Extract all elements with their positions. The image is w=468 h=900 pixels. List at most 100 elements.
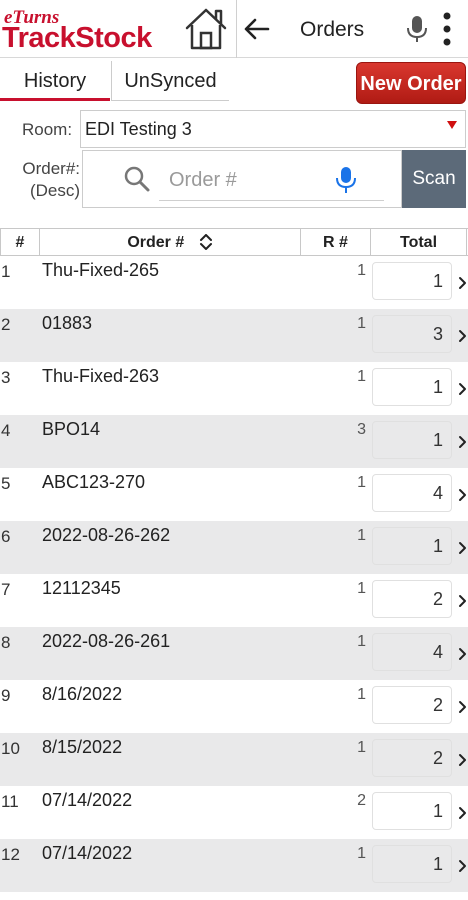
- chevron-right-icon[interactable]: [458, 594, 467, 608]
- row-r-number: 1: [357, 262, 366, 279]
- chevron-right-icon[interactable]: [458, 276, 467, 290]
- row-order-number: Thu-Fixed-265: [42, 260, 160, 280]
- order-search-box: [82, 150, 402, 208]
- row-order-number: Thu-Fixed-263: [42, 366, 160, 386]
- row-order-number: BPO14: [42, 419, 101, 439]
- row-total: 2: [372, 686, 452, 724]
- row-total: 1: [372, 368, 452, 406]
- row-total: 1: [372, 262, 452, 300]
- order-label-line1: Order#:: [22, 159, 80, 178]
- chevron-right-icon[interactable]: [458, 435, 467, 449]
- row-r-number: 1: [357, 739, 366, 756]
- app-logo: eTurns TrackStock: [2, 6, 182, 54]
- row-total: 3: [372, 315, 452, 353]
- chevron-right-icon[interactable]: [458, 541, 467, 555]
- new-order-button[interactable]: New Order: [356, 62, 466, 104]
- orders-table-body: 1 Thu-Fixed-265 1 1 2 01883 1 3 3 Thu-Fixed-263 1 1…: [0, 256, 468, 892]
- row-number: 12: [1, 845, 20, 864]
- row-number: 1: [1, 262, 11, 281]
- order-search-label: Order#: (Desc): [18, 158, 80, 202]
- row-total: 2: [372, 580, 452, 618]
- row-r-number: 1: [357, 527, 366, 544]
- chevron-right-icon[interactable]: [458, 753, 467, 767]
- col-header-order[interactable]: Order #: [40, 229, 301, 256]
- row-number: 6: [1, 527, 11, 546]
- table-header: # Order # R # Total: [0, 228, 468, 256]
- tab-bar: History UnSynced: [0, 61, 230, 101]
- row-r-number: 1: [357, 845, 366, 862]
- table-row[interactable]: 7 12112345 1 2: [0, 574, 468, 627]
- chevron-right-icon[interactable]: [458, 806, 467, 820]
- col-header-order-label: Order #: [127, 234, 185, 251]
- app-header: eTurns TrackStock Orders: [0, 0, 468, 58]
- row-order-number: 01883: [42, 313, 93, 333]
- row-r-number: 3: [357, 421, 366, 438]
- microphone-icon[interactable]: [405, 14, 429, 44]
- chevron-right-icon[interactable]: [458, 859, 467, 873]
- row-number: 9: [1, 686, 11, 705]
- table-row[interactable]: 5 ABC123-270 1 4: [0, 468, 468, 521]
- row-total: 4: [372, 633, 452, 671]
- row-r-number: 1: [357, 580, 366, 597]
- row-order-number: 2022-08-26-262: [42, 525, 171, 545]
- order-label-line2: (Desc): [29, 181, 80, 200]
- table-row[interactable]: 8 2022-08-26-261 1 4: [0, 627, 468, 680]
- row-number: 2: [1, 315, 11, 334]
- row-number: 4: [1, 421, 11, 440]
- row-total: 4: [372, 474, 452, 512]
- voice-search-mic-icon[interactable]: [335, 165, 357, 195]
- page-title: Orders: [300, 18, 365, 41]
- dropdown-caret-icon: [447, 121, 457, 129]
- tab-unsynced[interactable]: UnSynced: [111, 61, 229, 101]
- back-arrow-icon[interactable]: [242, 14, 272, 44]
- table-row[interactable]: 2 01883 1 3: [0, 309, 468, 362]
- row-order-number: 2022-08-26-261: [42, 631, 171, 651]
- chevron-right-icon[interactable]: [458, 329, 467, 343]
- row-total: 1: [372, 527, 452, 565]
- logo-text-big: TrackStock: [2, 22, 152, 54]
- room-select[interactable]: EDI Testing 3: [80, 110, 466, 148]
- sort-icon[interactable]: [199, 234, 213, 250]
- header-divider: [236, 0, 237, 58]
- chevron-right-icon[interactable]: [458, 382, 467, 396]
- table-row[interactable]: 10 8/15/2022 1 2: [0, 733, 468, 786]
- tab-history[interactable]: History: [0, 61, 110, 101]
- row-number: 8: [1, 633, 11, 652]
- row-order-number: 07/14/2022: [42, 843, 133, 863]
- table-row[interactable]: 12 07/14/2022 1 1: [0, 839, 468, 892]
- table-row[interactable]: 11 07/14/2022 2 1: [0, 786, 468, 839]
- row-number: 10: [1, 739, 20, 758]
- home-icon[interactable]: [183, 6, 229, 52]
- search-icon: [124, 166, 150, 192]
- row-number: 5: [1, 474, 11, 493]
- room-label: Room:: [22, 120, 73, 139]
- row-total: 1: [372, 845, 452, 883]
- row-order-number: 8/15/2022: [42, 737, 123, 757]
- row-order-number: ABC123-270: [42, 472, 146, 492]
- row-r-number: 1: [357, 686, 366, 703]
- col-header-total: Total: [371, 229, 467, 256]
- table-row[interactable]: 6 2022-08-26-262 1 1: [0, 521, 468, 574]
- row-r-number: 2: [357, 792, 366, 809]
- row-total: 2: [372, 739, 452, 777]
- scan-button[interactable]: Scan: [402, 150, 466, 208]
- row-number: 3: [1, 368, 11, 387]
- chevron-right-icon[interactable]: [458, 647, 467, 661]
- table-row[interactable]: 3 Thu-Fixed-263 1 1: [0, 362, 468, 415]
- row-total: 1: [372, 792, 452, 830]
- row-r-number: 1: [357, 315, 366, 332]
- row-order-number: 07/14/2022: [42, 790, 133, 810]
- table-row[interactable]: 1 Thu-Fixed-265 1 1: [0, 256, 468, 309]
- chevron-right-icon[interactable]: [458, 488, 467, 502]
- table-row[interactable]: 9 8/16/2022 1 2: [0, 680, 468, 733]
- row-r-number: 1: [357, 633, 366, 650]
- table-row[interactable]: 4 BPO14 3 1: [0, 415, 468, 468]
- row-number: 7: [1, 580, 11, 599]
- row-r-number: 1: [357, 368, 366, 385]
- row-order-number: 8/16/2022: [42, 684, 123, 704]
- col-header-num: #: [0, 229, 40, 256]
- chevron-right-icon[interactable]: [458, 700, 467, 714]
- overflow-menu-icon[interactable]: [440, 10, 454, 48]
- col-header-r: R #: [301, 229, 371, 256]
- row-order-number: 12112345: [42, 578, 121, 598]
